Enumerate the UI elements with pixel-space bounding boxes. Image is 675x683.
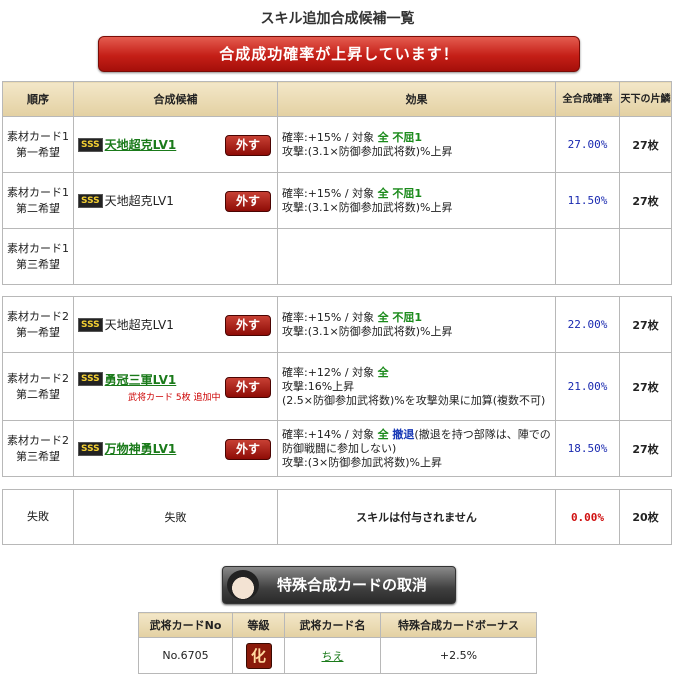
- skill-link[interactable]: 万物神勇LV1: [105, 442, 177, 456]
- header-effect: 効果: [277, 81, 556, 117]
- candidate-cell-empty: [73, 228, 278, 285]
- header-rate: 全合成確率: [555, 81, 620, 117]
- table-row: 素材カード1 第一希望 SSS 天地超克LV1 外す 確率:+15% / 対象 全 …: [2, 116, 672, 173]
- count-value: 27枚: [619, 420, 672, 477]
- order-cell: 素材カード1 第一希望: [2, 116, 74, 173]
- candidate-cell: SSS 天地超克LV1 外す: [73, 116, 278, 173]
- card-header-no: 武将カードNo: [138, 612, 233, 638]
- count-value: 27枚: [619, 296, 672, 353]
- order-cell: 素材カード2 第二希望: [2, 352, 74, 421]
- table-row: 素材カード1 第二希望 SSS 天地超克LV1 外す 確率:+15% / 対象 全 …: [2, 172, 672, 229]
- card-header-name: 武将カード名: [284, 612, 381, 638]
- fail-effect: スキルは付与されません: [277, 489, 556, 545]
- card-no: No.6705: [138, 637, 233, 674]
- page-title: スキル追加合成候補一覧: [260, 11, 415, 27]
- card-name-link[interactable]: ちえ: [322, 650, 344, 663]
- candidate-cell: SSS 万物神勇LV1 外す: [73, 420, 278, 477]
- table-row: 素材カード2 第二希望 SSS 勇冠三軍LV1 武将カード 5枚 追加中 外す 確率…: [2, 352, 672, 421]
- rate-value: 11.50%: [555, 172, 620, 229]
- skill-link[interactable]: 天地超克LV1: [105, 138, 177, 152]
- remove-button[interactable]: 外す: [225, 314, 271, 336]
- sss-badge-icon: SSS: [78, 317, 103, 332]
- remove-button[interactable]: 外す: [225, 376, 271, 398]
- remove-button[interactable]: 外す: [225, 438, 271, 460]
- effect-cell: 確率:+14% / 対象 全 撤退(撤退を持つ部隊は、陣での防御戦闘に参加しない…: [277, 420, 556, 477]
- table-row: 素材カード1 第三希望: [2, 228, 672, 285]
- header-candidate: 合成候補: [73, 81, 278, 117]
- candidates-table-1: 順序 合成候補 効果 全合成確率 天下の片鱗 素材カード1 第一希望 SSS 天地超…: [2, 81, 672, 285]
- order-cell: 素材カード2 第一希望: [2, 296, 74, 353]
- order-cell: 素材カード1 第二希望: [2, 172, 74, 229]
- fail-rate: 0.00%: [555, 489, 620, 545]
- grade-cell: 化: [232, 637, 285, 674]
- effect-cell: 確率:+15% / 対象 全 不屈1 攻撃:(3.1×防御参加武将数)%上昇: [277, 116, 556, 173]
- effect-cell: 確率:+15% / 対象 全 不屈1 攻撃:(3.1×防御参加武将数)%上昇: [277, 296, 556, 353]
- header-order: 順序: [2, 81, 74, 117]
- sss-badge-icon: SSS: [78, 441, 103, 456]
- candidate-cell: SSS 天地超克LV1 外す: [73, 296, 278, 353]
- candidates-table-2: 素材カード2 第一希望 SSS 天地超克LV1 外す 確率:+15% / 対象 全 …: [2, 296, 672, 477]
- remove-button[interactable]: 外す: [225, 190, 271, 212]
- card-bonus: +2.5%: [380, 637, 537, 674]
- card-header-bonus: 特殊合成カードボーナス: [380, 612, 537, 638]
- card-header-grade: 等級: [232, 612, 285, 638]
- count-value: 27枚: [619, 172, 672, 229]
- skill-link[interactable]: 勇冠三軍LV1: [105, 373, 177, 387]
- order-cell: 素材カード1 第三希望: [2, 228, 74, 285]
- effect-cell: 確率:+12% / 対象 全攻撃:16%上昇 (2.5×防御参加武将数)%を攻撃効…: [277, 352, 556, 421]
- sss-badge-icon: SSS: [78, 137, 103, 152]
- skill-name: 天地超克LV1: [104, 318, 174, 332]
- failure-table: 失敗 失敗 スキルは付与されません 0.00% 20枚: [2, 489, 672, 545]
- rate-value: 21.00%: [555, 352, 620, 421]
- skill-name: 天地超克LV1: [104, 194, 174, 208]
- fail-order: 失敗: [2, 489, 74, 545]
- rate-value: 18.50%: [555, 420, 620, 477]
- card-name-cell: ちえ: [284, 637, 381, 674]
- rate-value: 22.00%: [555, 296, 620, 353]
- rate-value: 27.00%: [555, 116, 620, 173]
- general-face-icon: [227, 570, 259, 600]
- remove-button[interactable]: 外す: [225, 134, 271, 156]
- effect-cell: 確率:+15% / 対象 全 不屈1 攻撃:(3.1×防御参加武将数)%上昇: [277, 172, 556, 229]
- candidate-cell: SSS 勇冠三軍LV1 武将カード 5枚 追加中 外す: [73, 352, 278, 421]
- cancel-special-card-button[interactable]: 特殊合成カードの取消: [222, 566, 456, 604]
- sss-badge-icon: SSS: [78, 372, 103, 386]
- special-card-table: 武将カードNo 等級 武将カード名 特殊合成カードボーナス No.6705 化 …: [138, 612, 537, 674]
- count-value: 27枚: [619, 116, 672, 173]
- count-value: 27枚: [619, 352, 672, 421]
- header-count: 天下の片鱗: [619, 81, 672, 117]
- fail-count: 20枚: [619, 489, 672, 545]
- count-cell-empty: [619, 228, 672, 285]
- fail-candidate: 失敗: [73, 489, 278, 545]
- order-cell: 素材カード2 第三希望: [2, 420, 74, 477]
- failure-row: 失敗 失敗 スキルは付与されません 0.00% 20枚: [2, 489, 672, 545]
- success-rate-banner: 合成成功確率が上昇しています！: [98, 36, 580, 72]
- table-row: 素材カード2 第三希望 SSS 万物神勇LV1 外す 確率:+14% / 対象 全 …: [2, 420, 672, 477]
- effect-cell-empty: [277, 228, 556, 285]
- sss-badge-icon: SSS: [78, 193, 103, 208]
- card-table-header: 武将カードNo 等級 武将カード名 特殊合成カードボーナス: [138, 612, 537, 638]
- table-row: 素材カード2 第一希望 SSS 天地超克LV1 外す 確率:+15% / 対象 全 …: [2, 296, 672, 353]
- card-row: No.6705 化 ちえ +2.5%: [138, 637, 537, 674]
- rate-cell-empty: [555, 228, 620, 285]
- table-header: 順序 合成候補 効果 全合成確率 天下の片鱗: [2, 81, 672, 117]
- candidate-cell: SSS 天地超克LV1 外す: [73, 172, 278, 229]
- grade-badge-icon: 化: [245, 642, 272, 669]
